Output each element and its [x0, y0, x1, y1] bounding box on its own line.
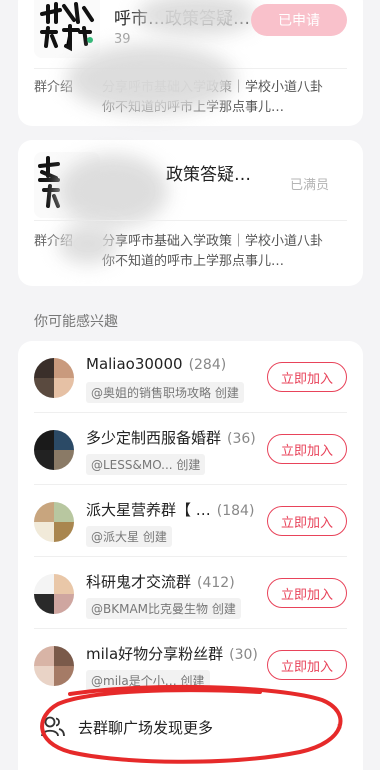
group-card-1[interactable]: 呼市…政策答疑… 39 已申请 群介绍 分享呼市基础入学政策｜学校小道八卦 你不… — [18, 0, 363, 126]
join-button[interactable]: 立即加入 — [267, 506, 347, 536]
avatar-tile — [34, 522, 54, 542]
group-name: 政策答疑… — [166, 165, 251, 185]
group-card-2[interactable]: 政策答疑… 已满员 群介绍 分享呼市基础入学政策｜学校小道八卦 你不知道的呼市上… — [18, 140, 363, 286]
join-button[interactable]: 立即加入 — [267, 650, 347, 680]
avatar-tile — [34, 502, 54, 522]
join-button[interactable]: 立即加入 — [267, 434, 347, 464]
avatar-tile — [54, 522, 74, 542]
avatar-tile — [34, 450, 54, 470]
avatar — [34, 502, 74, 542]
section-title: 你可能感兴趣 — [34, 314, 118, 330]
group-title: mila好物分享粉丝群 (30) — [86, 643, 258, 664]
avatar — [34, 430, 74, 470]
avatar-tile — [34, 574, 54, 594]
avatar-tile — [34, 666, 54, 686]
list-item[interactable]: mila好物分享粉丝群 (30) @mila是个小… 创建 立即加入 — [34, 629, 347, 701]
list-item[interactable]: Maliao30000 (284) @奥姐的销售职场攻略 创建 立即加入 — [34, 341, 347, 413]
avatar-tile — [54, 594, 74, 614]
avatar-tile — [54, 502, 74, 522]
avatar-tile — [54, 666, 74, 686]
avatar-tile — [54, 450, 74, 470]
group-name: Maliao30000 — [86, 355, 183, 373]
member-count: (284) — [188, 357, 227, 373]
list-item[interactable]: 派大星营养群【 … (184) @派大星 创建 立即加入 — [34, 485, 347, 557]
group-name: mila好物分享粉丝群 — [86, 645, 224, 663]
group-name: 派大星营养群【 … — [86, 501, 211, 519]
group-logo-icon — [34, 0, 100, 58]
join-button[interactable]: 立即加入 — [267, 578, 347, 608]
creator-tag: @mila是个小… 创建 — [86, 670, 210, 691]
member-count: (184) — [216, 503, 255, 519]
discover-more-link[interactable]: 去群聊广场发现更多 › — [34, 701, 347, 753]
join-button[interactable]: 立即加入 — [267, 362, 347, 392]
avatar-tile — [54, 574, 74, 594]
privacy-blur — [58, 224, 118, 264]
avatar-tile — [34, 646, 54, 666]
privacy-blur — [58, 154, 168, 228]
avatar — [34, 358, 74, 398]
group-full-status: 已满员 — [289, 178, 329, 193]
avatar — [34, 646, 74, 686]
group-intro-line: 分享呼市基础入学政策｜学校小道八卦 — [102, 234, 324, 249]
creator-tag: @LESS&MO... 创建 — [86, 454, 206, 475]
member-count: (36) — [227, 431, 256, 447]
avatar-tile — [34, 358, 54, 378]
avatar-tile — [54, 378, 74, 398]
group-title: Maliao30000 (284) — [86, 355, 226, 373]
discover-more-label: 去群聊广场发现更多 — [78, 718, 214, 737]
group-title: 多少定制西服备婚群 (36) — [86, 427, 256, 448]
chevron-right-icon: › — [335, 717, 343, 738]
avatar-tile — [34, 594, 54, 614]
privacy-blur — [66, 44, 236, 114]
recommendation-list: Maliao30000 (284) @奥姐的销售职场攻略 创建 立即加入 多少定制… — [18, 341, 363, 770]
group-name: 多少定制西服备婚群 — [86, 429, 222, 447]
member-count: (30) — [229, 647, 258, 663]
creator-tag: @派大星 创建 — [86, 526, 172, 547]
group-title: 派大星营养群【 … (184) — [86, 499, 254, 520]
avatar-tile — [34, 378, 54, 398]
creator-tag: @BKMAM比克曼生物 创建 — [86, 598, 241, 619]
avatar-tile — [54, 430, 74, 450]
avatar-tile — [54, 646, 74, 666]
creator-tag: @奥姐的销售职场攻略 创建 — [86, 382, 244, 403]
list-item[interactable]: 科研鬼才交流群 (412) @BKMAM比克曼生物 创建 立即加入 — [34, 557, 347, 629]
people-icon — [41, 716, 65, 737]
list-item[interactable]: 多少定制西服备婚群 (36) @LESS&MO... 创建 立即加入 — [34, 413, 347, 485]
avatar-tile — [34, 430, 54, 450]
group-title: 科研鬼才交流群 (412) — [86, 571, 235, 592]
group-name: 科研鬼才交流群 — [86, 573, 192, 591]
avatar-tile — [54, 358, 74, 378]
avatar — [34, 574, 74, 614]
member-count: (412) — [197, 575, 235, 591]
privacy-blur — [136, 0, 256, 36]
applied-button[interactable]: 已申请 — [251, 4, 347, 36]
